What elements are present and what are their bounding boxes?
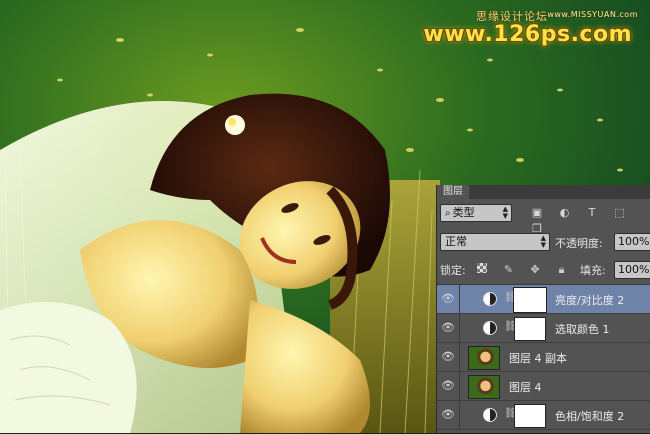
- watermark-site: www.126ps.com: [423, 22, 632, 47]
- layer-mask-thumbnail[interactable]: [514, 317, 546, 341]
- blend-mode-select[interactable]: 正常 ▲ ▼: [440, 233, 550, 251]
- opacity-label: 不透明度:: [555, 237, 603, 250]
- tab-layers[interactable]: 图层: [437, 185, 469, 199]
- eye-icon[interactable]: 👁︎: [441, 322, 455, 334]
- lock-icons: ✎ ✥ 🔒︎: [475, 261, 578, 277]
- eye-separator: [459, 401, 460, 429]
- panel-tab-bar: 图层: [437, 185, 650, 199]
- shape-filter-icon[interactable]: ⬚: [612, 205, 628, 221]
- layer-row-layer-4[interactable]: 👁︎ 图层 4: [437, 372, 650, 401]
- adjustment-layer-icon: [483, 321, 497, 335]
- layers-panel: 图层 ⌕ 类型 ▲ ▼ ▣ ◐ T ⬚ ❐ 正常 ▲ ▼ 不透明度: 100% 锁定:…: [437, 185, 650, 433]
- filter-kind-label: 类型: [452, 206, 475, 219]
- eye-icon[interactable]: 👁︎: [441, 380, 455, 392]
- fill-label: 填充:: [580, 264, 606, 277]
- blend-row: 正常 ▲ ▼ 不透明度: 100%: [437, 231, 650, 253]
- eye-icon[interactable]: 👁︎: [441, 351, 455, 363]
- layer-thumbnail[interactable]: [468, 346, 500, 370]
- layer-mask-thumbnail[interactable]: [514, 404, 546, 428]
- eye-icon[interactable]: 👁︎: [441, 409, 455, 421]
- layers-list: 👁︎ ⛓︎ 亮度/对比度 2 👁︎ ⛓︎ 选取颜色 1 👁︎ 图层 4 副本 👁…: [437, 284, 650, 434]
- filter-row: ⌕ 类型 ▲ ▼ ▣ ◐ T ⬚ ❐: [437, 201, 650, 235]
- image-filter-icon[interactable]: ▣: [529, 205, 545, 221]
- eye-icon[interactable]: 👁︎: [441, 293, 455, 305]
- lock-label: 锁定:: [440, 264, 466, 277]
- layer-name: 色相/饱和度 2: [555, 410, 625, 423]
- layer-row-layer-4-copy[interactable]: 👁︎ 图层 4 副本: [437, 343, 650, 372]
- stepper-arrows-icon: ▲ ▼: [502, 205, 508, 220]
- type-filter-icon[interactable]: T: [584, 205, 600, 221]
- layer-name: 图层 4: [509, 381, 542, 394]
- layer-row-brightness-contrast-2[interactable]: 👁︎ ⛓︎ 亮度/对比度 2: [437, 285, 650, 314]
- layer-name: 图层 4 副本: [509, 352, 567, 365]
- lock-transparency-icon[interactable]: [475, 261, 489, 275]
- stepper-arrows-icon: ▲ ▼: [540, 234, 546, 249]
- link-chain-icon[interactable]: ⛓︎: [504, 408, 517, 420]
- layer-name: 亮度/对比度 2: [555, 294, 625, 307]
- layer-mask-thumbnail[interactable]: [513, 287, 547, 313]
- adjustment-layer-icon: [483, 408, 497, 422]
- fill-field[interactable]: 100%: [614, 261, 650, 279]
- lock-row: 锁定: ✎ ✥ 🔒︎ 填充: 100%: [437, 257, 650, 281]
- link-chain-icon[interactable]: ⛓︎: [504, 321, 517, 333]
- layer-row-hue-saturation-2[interactable]: 👁︎ ⛓︎ 色相/饱和度 2: [437, 401, 650, 430]
- filter-kind-select[interactable]: ⌕ 类型 ▲ ▼: [440, 204, 512, 222]
- watermark-small-url: www.MISSYUAN.com: [547, 10, 638, 19]
- eye-separator: [459, 285, 460, 313]
- lock-all-icon[interactable]: 🔒︎: [555, 263, 569, 277]
- eye-separator: [459, 372, 460, 400]
- search-icon: ⌕: [445, 208, 451, 219]
- lock-position-move-icon[interactable]: ✥: [528, 263, 542, 277]
- adjustment-filter-icon[interactable]: ◐: [557, 205, 573, 221]
- layer-name: 选取颜色 1: [555, 323, 610, 336]
- eye-separator: [459, 343, 460, 371]
- eye-separator: [459, 314, 460, 342]
- link-chain-icon[interactable]: ⛓︎: [504, 292, 517, 304]
- opacity-field[interactable]: 100%: [614, 233, 650, 251]
- layer-row-selective-color-1[interactable]: 👁︎ ⛓︎ 选取颜色 1: [437, 314, 650, 343]
- adjustment-layer-icon: [483, 292, 497, 306]
- layer-thumbnail[interactable]: [468, 375, 500, 399]
- lock-pixels-brush-icon[interactable]: ✎: [502, 263, 516, 277]
- blend-mode-value: 正常: [445, 235, 467, 248]
